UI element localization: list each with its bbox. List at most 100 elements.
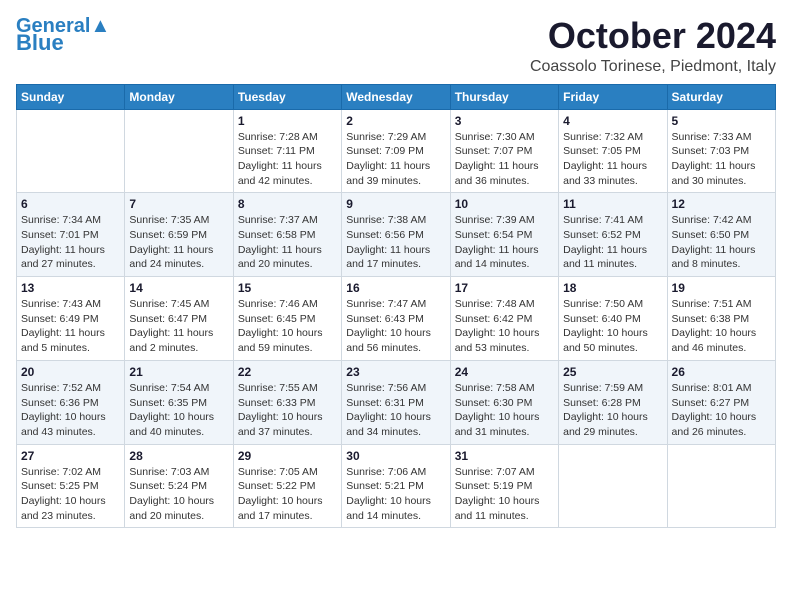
day-info: Sunrise: 7:35 AMSunset: 6:59 PMDaylight:… [129,213,228,272]
day-number: 9 [346,197,445,211]
day-info: Sunrise: 7:03 AMSunset: 5:24 PMDaylight:… [129,465,228,524]
calendar-cell [559,444,667,528]
day-info: Sunrise: 7:28 AMSunset: 7:11 PMDaylight:… [238,130,337,189]
calendar-cell: 6 Sunrise: 7:34 AMSunset: 7:01 PMDaylight… [17,193,125,277]
day-number: 25 [563,365,662,379]
day-info: Sunrise: 7:58 AMSunset: 6:30 PMDaylight:… [455,381,554,440]
header-thursday: Thursday [450,84,558,109]
day-number: 1 [238,114,337,128]
day-number: 20 [21,365,120,379]
day-number: 26 [672,365,771,379]
calendar-cell: 4 Sunrise: 7:32 AMSunset: 7:05 PMDaylight… [559,109,667,193]
day-info: Sunrise: 7:47 AMSunset: 6:43 PMDaylight:… [346,297,445,356]
calendar-cell: 1 Sunrise: 7:28 AMSunset: 7:11 PMDaylight… [233,109,341,193]
header-friday: Friday [559,84,667,109]
calendar-cell: 13 Sunrise: 7:43 AMSunset: 6:49 PMDayligh… [17,277,125,361]
day-info: Sunrise: 7:56 AMSunset: 6:31 PMDaylight:… [346,381,445,440]
day-number: 11 [563,197,662,211]
calendar-cell [667,444,775,528]
calendar-cell: 3Sunrise: 7:30 AMSunset: 7:07 PMDaylight… [450,109,558,193]
day-info: Sunrise: 7:30 AMSunset: 7:07 PMDaylight:… [455,130,554,189]
day-number: 19 [672,281,771,295]
day-info: Sunrise: 7:54 AMSunset: 6:35 PMDaylight:… [129,381,228,440]
calendar-cell: 19 Sunrise: 7:51 AMSunset: 6:38 PMDayligh… [667,277,775,361]
calendar-cell: 15 Sunrise: 7:46 AMSunset: 6:45 PMDayligh… [233,277,341,361]
calendar-cell: 20 Sunrise: 7:52 AMSunset: 6:36 PMDayligh… [17,360,125,444]
day-info: Sunrise: 8:01 AMSunset: 6:27 PMDaylight:… [672,381,771,440]
calendar-body: 1 Sunrise: 7:28 AMSunset: 7:11 PMDaylight… [17,109,776,528]
day-info: Sunrise: 7:37 AMSunset: 6:58 PMDaylight:… [238,213,337,272]
calendar-cell [125,109,233,193]
day-number: 15 [238,281,337,295]
day-number: 30 [346,449,445,463]
logo: General▲ Blue [16,16,110,54]
day-number: 14 [129,281,228,295]
calendar-cell: 21Sunrise: 7:54 AMSunset: 6:35 PMDayligh… [125,360,233,444]
calendar-cell: 31Sunrise: 7:07 AMSunset: 5:19 PMDayligh… [450,444,558,528]
logo-blue-text: Blue [16,32,64,54]
title-block: October 2024 Coassolo Torinese, Piedmont… [530,16,776,76]
day-number: 8 [238,197,337,211]
day-info: Sunrise: 7:38 AMSunset: 6:56 PMDaylight:… [346,213,445,272]
calendar-cell: 2 Sunrise: 7:29 AMSunset: 7:09 PMDaylight… [342,109,450,193]
day-info: Sunrise: 7:46 AMSunset: 6:45 PMDaylight:… [238,297,337,356]
day-info: Sunrise: 7:32 AMSunset: 7:05 PMDaylight:… [563,130,662,189]
calendar-cell: 14 Sunrise: 7:45 AMSunset: 6:47 PMDayligh… [125,277,233,361]
day-number: 28 [129,449,228,463]
calendar-cell: 22 Sunrise: 7:55 AMSunset: 6:33 PMDayligh… [233,360,341,444]
logo-blue: ▲ [90,15,110,37]
day-info: Sunrise: 7:51 AMSunset: 6:38 PMDaylight:… [672,297,771,356]
calendar-cell: 7Sunrise: 7:35 AMSunset: 6:59 PMDaylight… [125,193,233,277]
day-info: Sunrise: 7:52 AMSunset: 6:36 PMDaylight:… [21,381,120,440]
day-info: Sunrise: 7:33 AMSunset: 7:03 PMDaylight:… [672,130,771,189]
day-info: Sunrise: 7:48 AMSunset: 6:42 PMDaylight:… [455,297,554,356]
day-info: Sunrise: 7:55 AMSunset: 6:33 PMDaylight:… [238,381,337,440]
calendar-header: SundayMondayTuesdayWednesdayThursdayFrid… [17,84,776,109]
day-number: 12 [672,197,771,211]
calendar-cell: 16 Sunrise: 7:47 AMSunset: 6:43 PMDayligh… [342,277,450,361]
day-info: Sunrise: 7:41 AMSunset: 6:52 PMDaylight:… [563,213,662,272]
location: Coassolo Torinese, Piedmont, Italy [530,58,776,76]
day-number: 22 [238,365,337,379]
day-number: 10 [455,197,554,211]
day-number: 5 [672,114,771,128]
day-number: 6 [21,197,120,211]
calendar-cell [17,109,125,193]
day-info: Sunrise: 7:59 AMSunset: 6:28 PMDaylight:… [563,381,662,440]
day-number: 24 [455,365,554,379]
day-info: Sunrise: 7:34 AMSunset: 7:01 PMDaylight:… [21,213,120,272]
day-info: Sunrise: 7:42 AMSunset: 6:50 PMDaylight:… [672,213,771,272]
week-row-2: 6 Sunrise: 7:34 AMSunset: 7:01 PMDaylight… [17,193,776,277]
calendar-cell: 9 Sunrise: 7:38 AMSunset: 6:56 PMDaylight… [342,193,450,277]
calendar-cell: 8 Sunrise: 7:37 AMSunset: 6:58 PMDaylight… [233,193,341,277]
day-number: 13 [21,281,120,295]
calendar-cell: 25 Sunrise: 7:59 AMSunset: 6:28 PMDayligh… [559,360,667,444]
day-number: 31 [455,449,554,463]
calendar-cell: 26 Sunrise: 8:01 AMSunset: 6:27 PMDayligh… [667,360,775,444]
day-number: 29 [238,449,337,463]
calendar-cell: 30Sunrise: 7:06 AMSunset: 5:21 PMDayligh… [342,444,450,528]
calendar-cell: 28 Sunrise: 7:03 AMSunset: 5:24 PMDayligh… [125,444,233,528]
week-row-4: 20 Sunrise: 7:52 AMSunset: 6:36 PMDayligh… [17,360,776,444]
week-row-1: 1 Sunrise: 7:28 AMSunset: 7:11 PMDaylight… [17,109,776,193]
day-number: 4 [563,114,662,128]
header-wednesday: Wednesday [342,84,450,109]
calendar-cell: 11 Sunrise: 7:41 AMSunset: 6:52 PMDayligh… [559,193,667,277]
day-number: 16 [346,281,445,295]
day-info: Sunrise: 7:45 AMSunset: 6:47 PMDaylight:… [129,297,228,356]
day-number: 2 [346,114,445,128]
header-sunday: Sunday [17,84,125,109]
day-number: 17 [455,281,554,295]
day-info: Sunrise: 7:29 AMSunset: 7:09 PMDaylight:… [346,130,445,189]
calendar-cell: 17 Sunrise: 7:48 AMSunset: 6:42 PMDayligh… [450,277,558,361]
header-tuesday: Tuesday [233,84,341,109]
calendar-cell: 10 Sunrise: 7:39 AMSunset: 6:54 PMDayligh… [450,193,558,277]
day-info: Sunrise: 7:50 AMSunset: 6:40 PMDaylight:… [563,297,662,356]
day-info: Sunrise: 7:39 AMSunset: 6:54 PMDaylight:… [455,213,554,272]
page-header: General▲ Blue October 2024 Coassolo Tori… [16,16,776,76]
calendar: SundayMondayTuesdayWednesdayThursdayFrid… [16,84,776,529]
week-row-5: 27Sunrise: 7:02 AMSunset: 5:25 PMDayligh… [17,444,776,528]
day-info: Sunrise: 7:43 AMSunset: 6:49 PMDaylight:… [21,297,120,356]
calendar-cell: 24 Sunrise: 7:58 AMSunset: 6:30 PMDayligh… [450,360,558,444]
calendar-cell: 12 Sunrise: 7:42 AMSunset: 6:50 PMDayligh… [667,193,775,277]
